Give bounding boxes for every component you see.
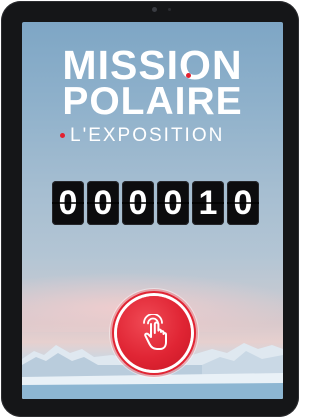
water-strip xyxy=(22,383,283,399)
counter-digit: 0 xyxy=(122,181,154,225)
visitor-counter: 0 0 0 0 1 0 xyxy=(52,181,259,225)
kiosk-screen: MISSION POLAIRE L'EXPOSITION 0 0 0 0 1 0 xyxy=(22,22,283,399)
counter-digit: 0 xyxy=(87,181,119,225)
camera-sensor xyxy=(168,8,171,11)
title-polaire: POLAIRE xyxy=(62,80,243,123)
counter-digit: 1 xyxy=(192,181,224,225)
counter-digit: 0 xyxy=(157,181,189,225)
title-accent-dot xyxy=(186,73,191,78)
hand-tap-icon xyxy=(143,314,167,350)
counter-digit: 0 xyxy=(52,181,84,225)
subtitle-exposition: L'EXPOSITION xyxy=(70,125,225,146)
front-camera xyxy=(152,7,157,12)
touch-button[interactable] xyxy=(117,296,191,370)
hand-outline xyxy=(144,321,167,350)
subtitle-accent-dot xyxy=(60,133,65,138)
counter-digit: 0 xyxy=(227,181,259,225)
tablet-frame: MISSION POLAIRE L'EXPOSITION 0 0 0 0 1 0 xyxy=(1,1,299,417)
